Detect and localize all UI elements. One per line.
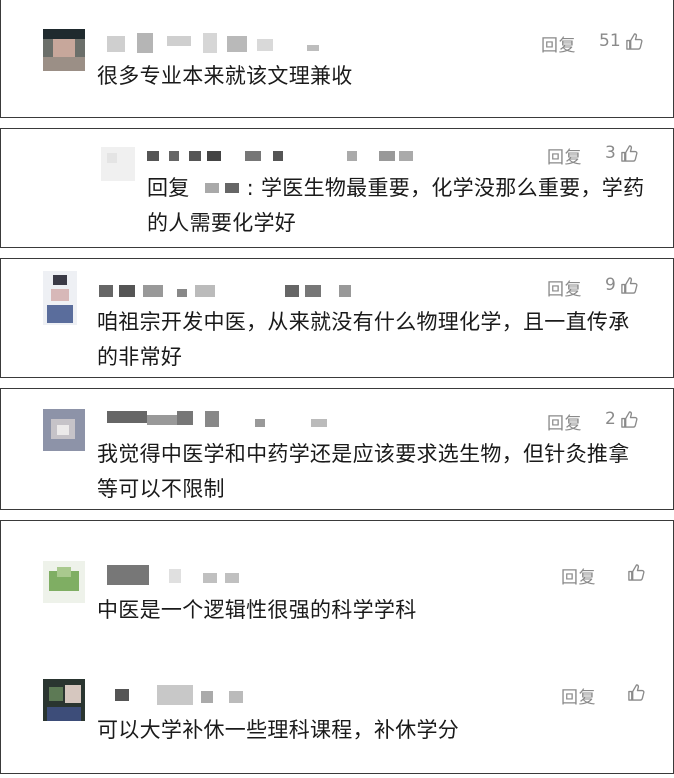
comment-text: 中医是一个逻辑性很强的科学学科 xyxy=(97,598,417,622)
thumbs-up-icon xyxy=(621,410,638,428)
thumbs-up-icon xyxy=(625,32,643,50)
like-button[interactable]: 51 xyxy=(599,31,644,51)
comment-text: 回复 : 学医生物最重要，化学没那么重要，学药的人需要化学好 xyxy=(147,176,645,235)
like-button[interactable]: 9 xyxy=(605,275,639,295)
thumbs-up-icon xyxy=(628,564,645,581)
comment-text: 咱祖宗开发中医，从来就没有什么物理化学，且一直传承的非常好 xyxy=(97,310,630,369)
reply-button[interactable]: 回复 xyxy=(541,31,576,56)
comment-text: 很多专业本来就该文理兼收 xyxy=(97,64,353,88)
like-button[interactable]: 2 xyxy=(605,409,639,429)
reply-button[interactable]: 回复 xyxy=(561,683,596,708)
username-blurred[interactable] xyxy=(107,685,267,705)
like-button[interactable] xyxy=(623,563,646,582)
comment-text: 可以大学补休一些理科课程，补休学分 xyxy=(97,718,460,742)
like-count: 3 xyxy=(605,143,616,163)
thumbs-up-icon xyxy=(628,684,645,701)
comment-card: 回复 51 很多专业本来就该文理兼收 xyxy=(0,0,674,118)
mention-username-blurred[interactable] xyxy=(197,179,247,197)
reply-prefix: 回复 xyxy=(147,176,190,200)
avatar[interactable] xyxy=(43,561,85,603)
comment-card: 回复 9 咱祖宗开发中医，从来就没有什么物理化学，且一直传承的非常好 xyxy=(0,258,674,378)
comment-card: 回复 中医是一个逻辑性很强的科学学科 回复 可以大学补休一些理科课程，补休学分 xyxy=(0,520,674,774)
avatar[interactable] xyxy=(43,271,77,325)
like-button[interactable]: 3 xyxy=(605,143,639,163)
comment-text: 我觉得中医学和中药学还是应该要求选生物，但针灸推拿等可以不限制 xyxy=(97,442,630,501)
username-blurred[interactable] xyxy=(107,409,347,429)
reply-button[interactable]: 回复 xyxy=(561,563,596,588)
avatar[interactable] xyxy=(43,409,85,451)
thumbs-up-icon xyxy=(621,144,638,162)
username-blurred[interactable] xyxy=(107,33,327,53)
like-count: 51 xyxy=(599,31,621,51)
comment-card: 回复 2 我觉得中医学和中药学还是应该要求选生物，但针灸推拿等可以不限制 xyxy=(0,388,674,510)
like-button[interactable] xyxy=(623,683,646,702)
like-count: 9 xyxy=(605,275,616,295)
avatar[interactable] xyxy=(43,29,85,71)
username-blurred[interactable] xyxy=(147,149,427,169)
like-count: 2 xyxy=(605,409,616,429)
avatar[interactable] xyxy=(101,147,135,181)
avatar[interactable] xyxy=(43,679,85,721)
reply-button[interactable]: 回复 xyxy=(547,275,582,300)
username-blurred[interactable] xyxy=(107,565,267,585)
username-blurred[interactable] xyxy=(99,281,359,301)
thumbs-up-icon xyxy=(621,276,638,294)
reply-button[interactable]: 回复 xyxy=(547,143,582,168)
reply-button[interactable]: 回复 xyxy=(547,409,582,434)
comment-card: 回复 3 回复 : 学医生物最重要，化学没那么重要，学药的人需要化学好 xyxy=(0,128,674,248)
